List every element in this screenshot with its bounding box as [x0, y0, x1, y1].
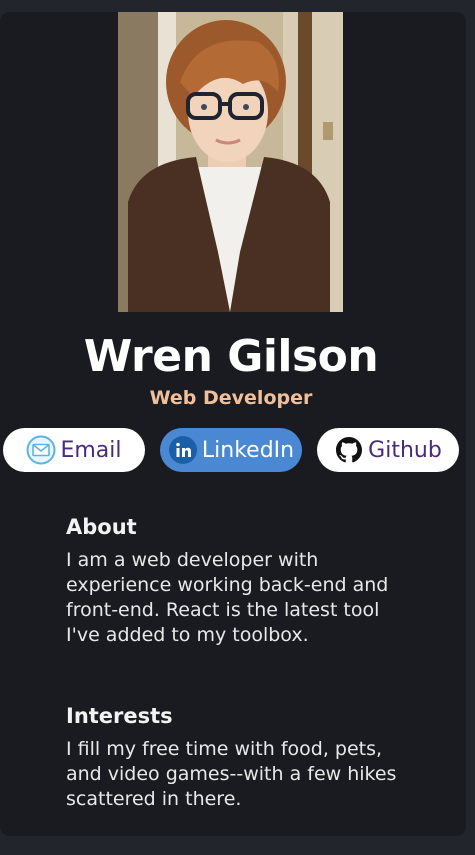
github-label: Github [368, 437, 442, 463]
github-button[interactable]: Github [317, 428, 459, 472]
email-button[interactable]: Email [3, 428, 145, 472]
github-icon [334, 435, 364, 465]
email-label: Email [60, 437, 122, 463]
interests-heading: Interests [66, 704, 173, 728]
linkedin-label: LinkedIn [201, 437, 295, 463]
linkedin-button[interactable]: LinkedIn [160, 428, 302, 472]
interests-text: I fill my free time with food, pets, and… [66, 738, 397, 810]
profile-card: Wren Gilson Web Developer Email LinkedIn [0, 12, 466, 836]
envelope-icon [26, 435, 56, 465]
profile-name: Wren Gilson [83, 331, 379, 382]
about-text: I am a web developer with experience wor… [66, 549, 389, 646]
profile-role: Web Developer [149, 387, 313, 409]
about-heading: About [66, 515, 137, 539]
profile-photo [118, 12, 343, 312]
linkedin-icon [168, 435, 198, 465]
